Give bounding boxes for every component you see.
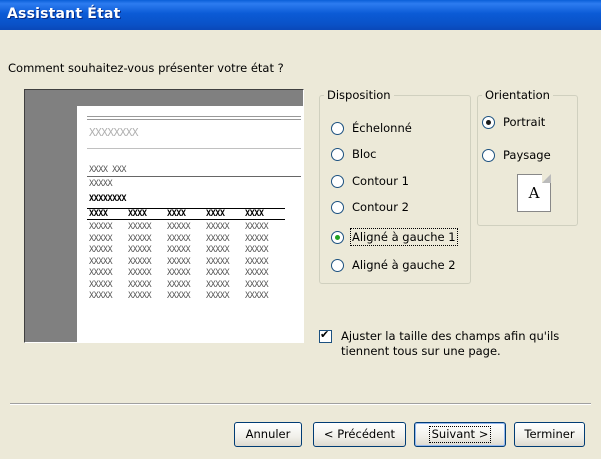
- preview-cell: XXXXX: [245, 268, 269, 278]
- radio-circle[interactable]: [331, 200, 344, 214]
- preview-column-header: XXXX: [245, 209, 264, 219]
- preview-cell: XXXXX: [167, 268, 191, 278]
- preview-cell: XXXXX: [89, 279, 113, 290]
- page-letter: A: [528, 184, 540, 202]
- preview-cell: XXXXX: [89, 245, 113, 255]
- radio-bloc[interactable]: Bloc: [331, 147, 376, 161]
- finish-button-label: Terminer: [524, 427, 575, 441]
- preview-cell: XXXXX: [245, 256, 269, 267]
- preview-cell: XXXXX: [128, 279, 152, 290]
- option-label: Aligné à gauche 2: [352, 258, 456, 272]
- radio-circle[interactable]: [331, 230, 344, 244]
- preview-cell: XXXXX: [89, 222, 113, 232]
- preview-line: XXXX XXX: [89, 165, 126, 175]
- preview-cell: XXXXX: [245, 291, 269, 301]
- previous-button[interactable]: < Précédent: [313, 422, 406, 447]
- option-label: Portrait: [503, 115, 546, 129]
- fit-fields-line1: Ajuster la taille des champs afin qu'ils: [341, 329, 560, 343]
- preview-cell: XXXXX: [206, 222, 230, 232]
- window-title: Assistant État: [7, 6, 121, 22]
- preview-rule: [87, 148, 301, 149]
- preview-cell: XXXXX: [245, 233, 269, 244]
- preview-rule: [87, 119, 301, 120]
- preview-cell: XXXXX: [245, 245, 269, 255]
- radio-aligne-gauche-1[interactable]: Aligné à gauche 1: [331, 228, 458, 246]
- radio-echelonne[interactable]: Échelonné: [331, 121, 412, 135]
- cancel-button[interactable]: Annuler: [234, 422, 302, 447]
- fit-fields-label[interactable]: Ajuster la taille des champs afin qu'ils…: [341, 329, 559, 359]
- radio-circle[interactable]: [482, 148, 495, 162]
- preview-cell: XXXXX: [206, 268, 230, 278]
- preview-cell: XXXXX: [128, 245, 152, 255]
- preview-page: XXXXXXXX XXXX XXX XXXXX XXXXXXXX XXXX XXX…: [77, 106, 303, 342]
- previous-button-label: < Précédent: [323, 427, 396, 441]
- disposition-legend: Disposition: [327, 88, 391, 102]
- preview-cell: XXXXX: [167, 222, 191, 232]
- layout-preview: XXXXXXXX XXXX XXX XXXXX XXXXXXXX XXXX XXX…: [24, 89, 304, 343]
- portrait-page-icon: A: [517, 174, 551, 212]
- preview-line: XXXXX: [89, 179, 113, 189]
- cancel-button-label: Annuler: [245, 427, 291, 441]
- preview-heading: XXXXXXXX: [89, 126, 138, 139]
- radio-contour-1[interactable]: Contour 1: [331, 174, 409, 188]
- preview-cell: XXXXX: [245, 279, 269, 290]
- preview-cell: XXXXX: [206, 245, 230, 255]
- preview-cell: XXXXX: [245, 222, 269, 232]
- preview-cell: XXXXX: [128, 233, 152, 244]
- preview-cell: XXXXX: [167, 256, 191, 267]
- radio-paysage[interactable]: Paysage: [482, 148, 551, 162]
- preview-rule: [87, 116, 301, 117]
- fit-fields-line2: tiennent tous sur une page.: [341, 344, 501, 358]
- preview-cell: XXXXX: [89, 233, 113, 244]
- option-label: Échelonné: [352, 121, 412, 135]
- preview-line: XXXXXXXX: [89, 194, 126, 204]
- next-button-label: Suivant >: [428, 426, 492, 443]
- separator: [10, 403, 591, 405]
- next-button[interactable]: Suivant >: [414, 422, 506, 447]
- preview-cell: XXXXX: [206, 233, 230, 244]
- option-label: Contour 1: [352, 174, 409, 188]
- preview-cell: XXXXX: [128, 256, 152, 267]
- radio-circle[interactable]: [331, 121, 344, 135]
- preview-cell: XXXXX: [167, 291, 191, 301]
- instruction-text: Comment souhaitez-vous présenter votre é…: [8, 61, 284, 75]
- preview-cell: XXXXX: [128, 268, 152, 278]
- radio-aligne-gauche-2[interactable]: Aligné à gauche 2: [331, 258, 456, 272]
- checkmark-icon: ✔: [320, 328, 330, 341]
- preview-cell: XXXXX: [128, 222, 152, 232]
- radio-circle[interactable]: [331, 147, 344, 161]
- dialog-window: Assistant État Comment souhaitez-vous pr…: [0, 0, 601, 459]
- fit-fields-checkbox[interactable]: ✔: [319, 328, 332, 343]
- preview-column-header: XXXX: [128, 209, 147, 219]
- radio-circle[interactable]: [331, 174, 344, 188]
- preview-column-header: XXXX: [89, 209, 108, 219]
- page-fold: [542, 174, 551, 183]
- option-label: Contour 2: [352, 200, 409, 214]
- finish-button[interactable]: Terminer: [514, 422, 585, 447]
- preview-cell: XXXXX: [167, 245, 191, 255]
- preview-cell: XXXXX: [89, 256, 113, 267]
- radio-circle[interactable]: [331, 258, 344, 272]
- preview-column-header: XXXX: [206, 209, 225, 219]
- orientation-legend: Orientation: [485, 88, 550, 102]
- preview-cell: XXXXX: [128, 291, 152, 301]
- preview-cell: XXXXX: [206, 279, 230, 290]
- preview-rule: [87, 219, 285, 220]
- preview-cell: XXXXX: [167, 233, 191, 244]
- preview-cell: XXXXX: [206, 291, 230, 301]
- preview-cell: XXXXX: [167, 279, 191, 290]
- option-label: Paysage: [503, 148, 551, 162]
- preview-cell: XXXXX: [89, 268, 113, 278]
- radio-circle[interactable]: [482, 115, 495, 129]
- option-label: Bloc: [352, 147, 377, 161]
- preview-rule: [87, 176, 301, 177]
- option-label: Aligné à gauche 1: [350, 228, 458, 246]
- title-bar[interactable]: Assistant État: [0, 0, 601, 30]
- preview-cell: XXXXX: [206, 256, 230, 267]
- preview-cell: XXXXX: [89, 291, 113, 301]
- radio-portrait[interactable]: Portrait: [482, 115, 545, 129]
- preview-column-header: XXXX: [167, 209, 186, 219]
- radio-contour-2[interactable]: Contour 2: [331, 200, 409, 214]
